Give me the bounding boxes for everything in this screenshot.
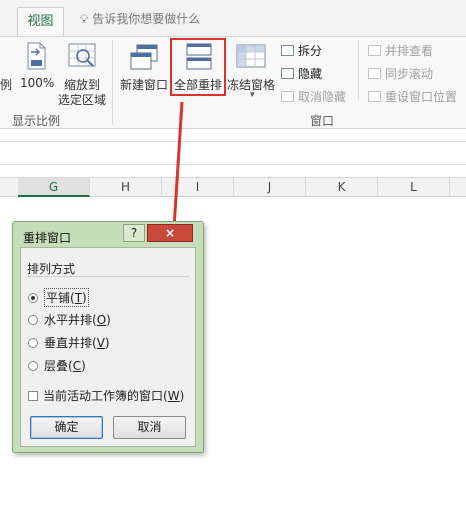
sync-scroll-button[interactable]: 同步滚动 bbox=[368, 65, 433, 82]
option-cascade-label: 层叠(C) bbox=[44, 359, 86, 373]
zoom-100-button[interactable] bbox=[22, 41, 50, 71]
option-vertical-label: 垂直并排(V) bbox=[44, 336, 110, 350]
active-workbook-checkbox[interactable] bbox=[28, 390, 38, 401]
zoom-selection-icon bbox=[68, 43, 96, 67]
radio-horizontal[interactable] bbox=[28, 314, 38, 325]
radio-tiled[interactable] bbox=[28, 292, 38, 303]
option-horizontal[interactable]: 水平并排(O) bbox=[28, 311, 111, 328]
option-tiled[interactable]: 平铺(T) bbox=[28, 288, 89, 307]
lightbulb-icon: 💡︎ bbox=[80, 12, 89, 26]
ribbon-separator-2 bbox=[358, 40, 359, 100]
zoom-100-icon bbox=[27, 42, 46, 70]
zoom-selection-button[interactable] bbox=[66, 41, 100, 71]
column-header-H[interactable]: H bbox=[90, 178, 162, 197]
split-label: 拆分 bbox=[298, 44, 323, 58]
active-workbook-label: 当前活动工作簿的窗口(W) bbox=[43, 389, 185, 403]
help-button[interactable]: ? bbox=[123, 224, 145, 242]
active-workbook-checkbox-row[interactable]: 当前活动工作簿的窗口(W) bbox=[28, 387, 184, 404]
new-window-icon bbox=[130, 44, 158, 70]
column-header-row: G H I J K L bbox=[0, 177, 466, 197]
side-by-side-button[interactable]: 并排查看 bbox=[368, 42, 433, 59]
formula-bar[interactable] bbox=[0, 141, 466, 165]
freeze-panes-icon bbox=[236, 44, 266, 68]
unhide-button[interactable]: 取消隐藏 bbox=[281, 88, 346, 105]
reset-position-button[interactable]: 重设窗口位置 bbox=[368, 88, 457, 105]
option-cascade[interactable]: 层叠(C) bbox=[28, 357, 86, 374]
window-group-label: 窗口 bbox=[310, 114, 335, 128]
hide-label: 隐藏 bbox=[298, 67, 323, 81]
close-button[interactable]: × bbox=[147, 224, 193, 242]
column-header-L[interactable]: L bbox=[378, 178, 450, 197]
option-vertical[interactable]: 垂直并排(V) bbox=[28, 334, 110, 351]
reset-position-label: 重设窗口位置 bbox=[385, 90, 458, 104]
sync-scroll-icon bbox=[368, 68, 381, 79]
radio-vertical[interactable] bbox=[28, 337, 38, 348]
zoom-partial-label: 例 bbox=[0, 78, 13, 92]
new-window-label: 新建窗口 bbox=[120, 78, 169, 92]
unhide-label: 取消隐藏 bbox=[298, 90, 347, 104]
ribbon-tab-bar bbox=[0, 0, 466, 36]
dialog-body: 排列方式 平铺(T) 水平并排(O) 垂直并排(V) 层叠(C) 当前活动工作簿… bbox=[20, 247, 196, 447]
freeze-panes-dropdown-icon[interactable]: ▾ bbox=[250, 90, 255, 100]
side-by-side-icon bbox=[368, 45, 381, 56]
ribbon-separator bbox=[112, 40, 113, 125]
column-header-G[interactable]: G bbox=[18, 178, 90, 197]
split-button[interactable]: 拆分 bbox=[281, 42, 322, 59]
arrange-group-title: 排列方式 bbox=[27, 262, 76, 276]
zoom-selection-label-2: 选定区域 bbox=[58, 93, 107, 107]
tab-view[interactable]: 视图 bbox=[17, 7, 64, 37]
new-window-button[interactable] bbox=[128, 42, 162, 72]
side-by-side-label: 并排查看 bbox=[385, 44, 434, 58]
arrange-all-highlight-box bbox=[170, 38, 226, 96]
option-tiled-label: 平铺(T) bbox=[44, 288, 89, 307]
ok-button[interactable]: 确定 bbox=[30, 416, 103, 439]
sync-scroll-label: 同步滚动 bbox=[385, 67, 434, 81]
hide-button[interactable]: 隐藏 bbox=[281, 65, 322, 82]
tell-me-text: 告诉我你想要做什么 bbox=[92, 12, 201, 26]
column-header-J[interactable]: J bbox=[234, 178, 306, 197]
group-divider bbox=[27, 276, 189, 277]
unhide-icon bbox=[281, 91, 294, 102]
option-horizontal-label: 水平并排(O) bbox=[44, 313, 111, 327]
split-icon bbox=[281, 45, 294, 56]
radio-cascade[interactable] bbox=[28, 360, 38, 371]
zoom-group-label: 显示比例 bbox=[12, 114, 61, 128]
cancel-button[interactable]: 取消 bbox=[113, 416, 186, 439]
freeze-panes-button[interactable] bbox=[234, 42, 268, 72]
column-header-K[interactable]: K bbox=[306, 178, 378, 197]
arrange-windows-dialog: 重排窗口 ? × 排列方式 平铺(T) 水平并排(O) 垂直并排(V) 层叠(C… bbox=[12, 221, 204, 453]
hide-icon bbox=[281, 68, 294, 79]
dialog-title: 重排窗口 bbox=[23, 231, 72, 245]
tell-me-search[interactable]: 💡︎ 告诉我你想要做什么 bbox=[80, 10, 200, 28]
reset-position-icon bbox=[368, 91, 381, 102]
zoom-100-label: 100% bbox=[20, 76, 55, 90]
